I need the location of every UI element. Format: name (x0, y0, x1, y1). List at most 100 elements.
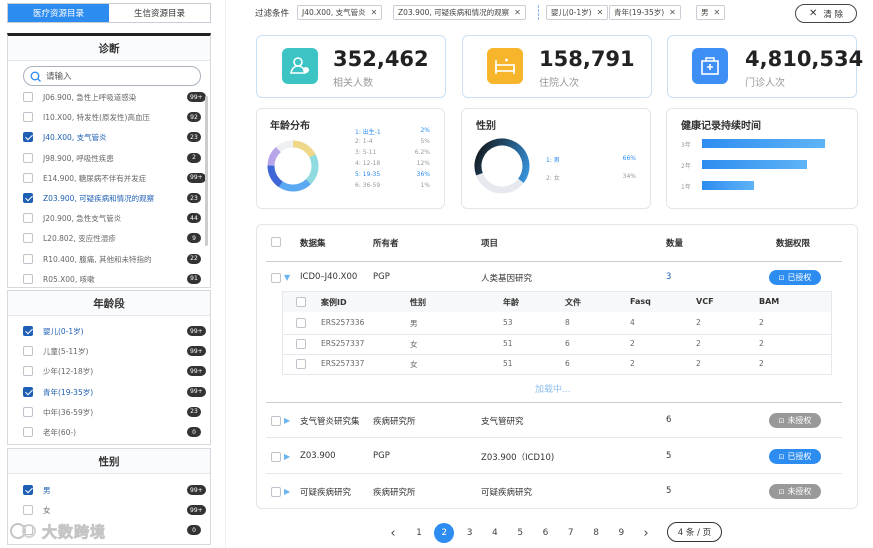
gender-item[interactable] (7, 501, 211, 521)
diagnosis-checkbox[interactable] (23, 152, 33, 163)
diagnosis-count-badge: 99+ (187, 172, 206, 183)
diagnosis-checkbox[interactable] (23, 112, 33, 123)
table-header-cell: 所有者 (373, 239, 399, 249)
diagnosis-checkbox[interactable] (23, 213, 33, 224)
age-item[interactable] (7, 423, 211, 443)
age-item[interactable] (7, 342, 211, 362)
page-number-button[interactable]: 5 (510, 523, 530, 543)
age-checkbox[interactable] (23, 346, 33, 357)
age-checkbox[interactable] (23, 406, 33, 417)
page-number-button[interactable]: 9 (611, 523, 631, 543)
tab-bioinfo-catalog[interactable]: 生信资源目录 (109, 4, 210, 22)
gender-checkbox[interactable] (23, 485, 33, 495)
unauthorized-badge[interactable]: ⊡ 未授权 (769, 413, 821, 428)
sub-row-checkbox[interactable] (296, 359, 306, 369)
filter-chip[interactable]: 男 ✕ (696, 5, 726, 20)
age-item[interactable] (7, 322, 211, 342)
age-legend-pct: 12% (416, 160, 430, 167)
filter-label: 过滤条件 (255, 9, 290, 19)
diagnosis-scrollbar[interactable] (205, 96, 208, 246)
page-number-button[interactable]: 8 (586, 523, 606, 543)
unauthorized-badge[interactable]: ⊡ 未授权 (769, 484, 821, 499)
gender-legend-name: 1: 男 (546, 157, 560, 164)
cell-dataset: 支气管炎研究集 (300, 417, 360, 427)
page-size-select[interactable]: 4 条 / 页 (667, 522, 722, 542)
age-item[interactable] (7, 383, 211, 403)
close-icon[interactable]: ✕ (597, 8, 604, 17)
diagnosis-checkbox[interactable] (23, 253, 33, 264)
filter-chip[interactable]: J40.X00, 支气管炎 ✕ (297, 5, 383, 20)
clear-button[interactable]: ✕ 清 除 (795, 4, 857, 23)
gender-item[interactable] (7, 481, 211, 501)
diagnosis-item[interactable] (7, 128, 211, 148)
authorized-badge[interactable]: ⊡ 已授权 (769, 270, 821, 285)
age-item[interactable] (7, 403, 211, 423)
chevron-right-icon[interactable]: ▶ (284, 452, 290, 461)
chevron-right-icon[interactable]: ▶ (284, 487, 290, 496)
diagnosis-count-badge: 22 (187, 253, 201, 264)
sub-select-all-checkbox[interactable] (296, 297, 306, 307)
diagnosis-count-badge: 23 (187, 132, 201, 143)
filter-chip[interactable]: Z03.900, 可疑疾病和情况的观察 ✕ (393, 5, 526, 20)
sub-row-checkbox[interactable] (296, 318, 306, 328)
page-number-button[interactable]: 7 (561, 523, 581, 543)
close-icon[interactable]: ✕ (371, 8, 378, 17)
close-icon[interactable]: ✕ (669, 8, 676, 17)
close-icon[interactable]: ✕ (714, 8, 721, 17)
age-checkbox[interactable] (23, 427, 33, 437)
sub-cell: 2 (696, 338, 701, 348)
chevron-down-icon[interactable]: ▼ (284, 273, 290, 282)
close-icon[interactable]: ✕ (514, 8, 521, 17)
diagnosis-checkbox[interactable] (23, 132, 33, 143)
clinic-icon (692, 48, 728, 84)
search-input[interactable]: 请输入 (23, 66, 201, 86)
sub-row-checkbox[interactable] (296, 338, 306, 349)
row-checkbox[interactable] (271, 452, 281, 462)
sub-cell: 2 (630, 359, 635, 368)
prev-page-button[interactable]: ‹ (383, 523, 403, 543)
diagnosis-checkbox[interactable] (23, 273, 33, 284)
sub-cell: 6 (565, 359, 570, 368)
row-divider (266, 473, 842, 474)
page-number-button[interactable]: 2 (434, 523, 455, 543)
age-item[interactable] (7, 362, 211, 382)
diagnosis-count-badge: 2 (187, 152, 201, 163)
cell-project: 人类基因研究 (481, 274, 533, 284)
page-number-button[interactable]: 3 (460, 523, 480, 543)
filter-chip[interactable]: 婴儿(0-1岁) ✕ (546, 5, 609, 20)
diagnosis-item[interactable] (7, 270, 211, 290)
tab-medical-catalog[interactable]: 医疗资源目录 (8, 4, 109, 22)
sub-header-cell: 文件 (565, 298, 581, 307)
page-number-button[interactable]: 4 (485, 523, 505, 543)
sub-cell: 51 (503, 359, 513, 368)
age-label: 青年(19-35岁) (43, 387, 94, 397)
chevron-right-icon[interactable]: ▶ (284, 416, 290, 425)
row-checkbox[interactable] (271, 273, 281, 283)
page-number-button[interactable]: 6 (536, 523, 556, 543)
header-divider (266, 261, 842, 262)
age-label: 中年(36-59岁) (43, 407, 94, 417)
row-checkbox[interactable] (271, 416, 281, 426)
gender-legend-pct: 66% (622, 155, 636, 162)
table-row[interactable] (266, 479, 842, 505)
diagnosis-checkbox[interactable] (23, 233, 33, 244)
diagnosis-checkbox[interactable] (23, 172, 33, 183)
next-page-button[interactable]: › (636, 523, 656, 543)
gender-checkbox[interactable] (23, 505, 33, 515)
watermark-text: 大数跨境 (42, 522, 107, 541)
filter-chip[interactable]: 青年(19-35岁) ✕ (609, 5, 681, 20)
page-number-button[interactable]: 1 (409, 523, 429, 543)
chip-separator (538, 5, 540, 20)
age-count-badge: 99+ (187, 366, 206, 377)
authorized-badge[interactable]: ⊡ 已授权 (769, 449, 821, 464)
diagnosis-checkbox[interactable] (23, 92, 33, 102)
row-checkbox[interactable] (271, 487, 281, 497)
filter-chip-label: 青年(19-35岁) (614, 8, 665, 17)
gender-count-badge: 99+ (187, 485, 206, 495)
age-checkbox[interactable] (23, 386, 33, 397)
age-checkbox[interactable] (23, 366, 33, 377)
age-checkbox[interactable] (23, 326, 33, 336)
diagnosis-checkbox[interactable] (23, 193, 33, 203)
lock-icon: ⊡ (778, 452, 785, 461)
select-all-checkbox[interactable] (271, 237, 281, 247)
